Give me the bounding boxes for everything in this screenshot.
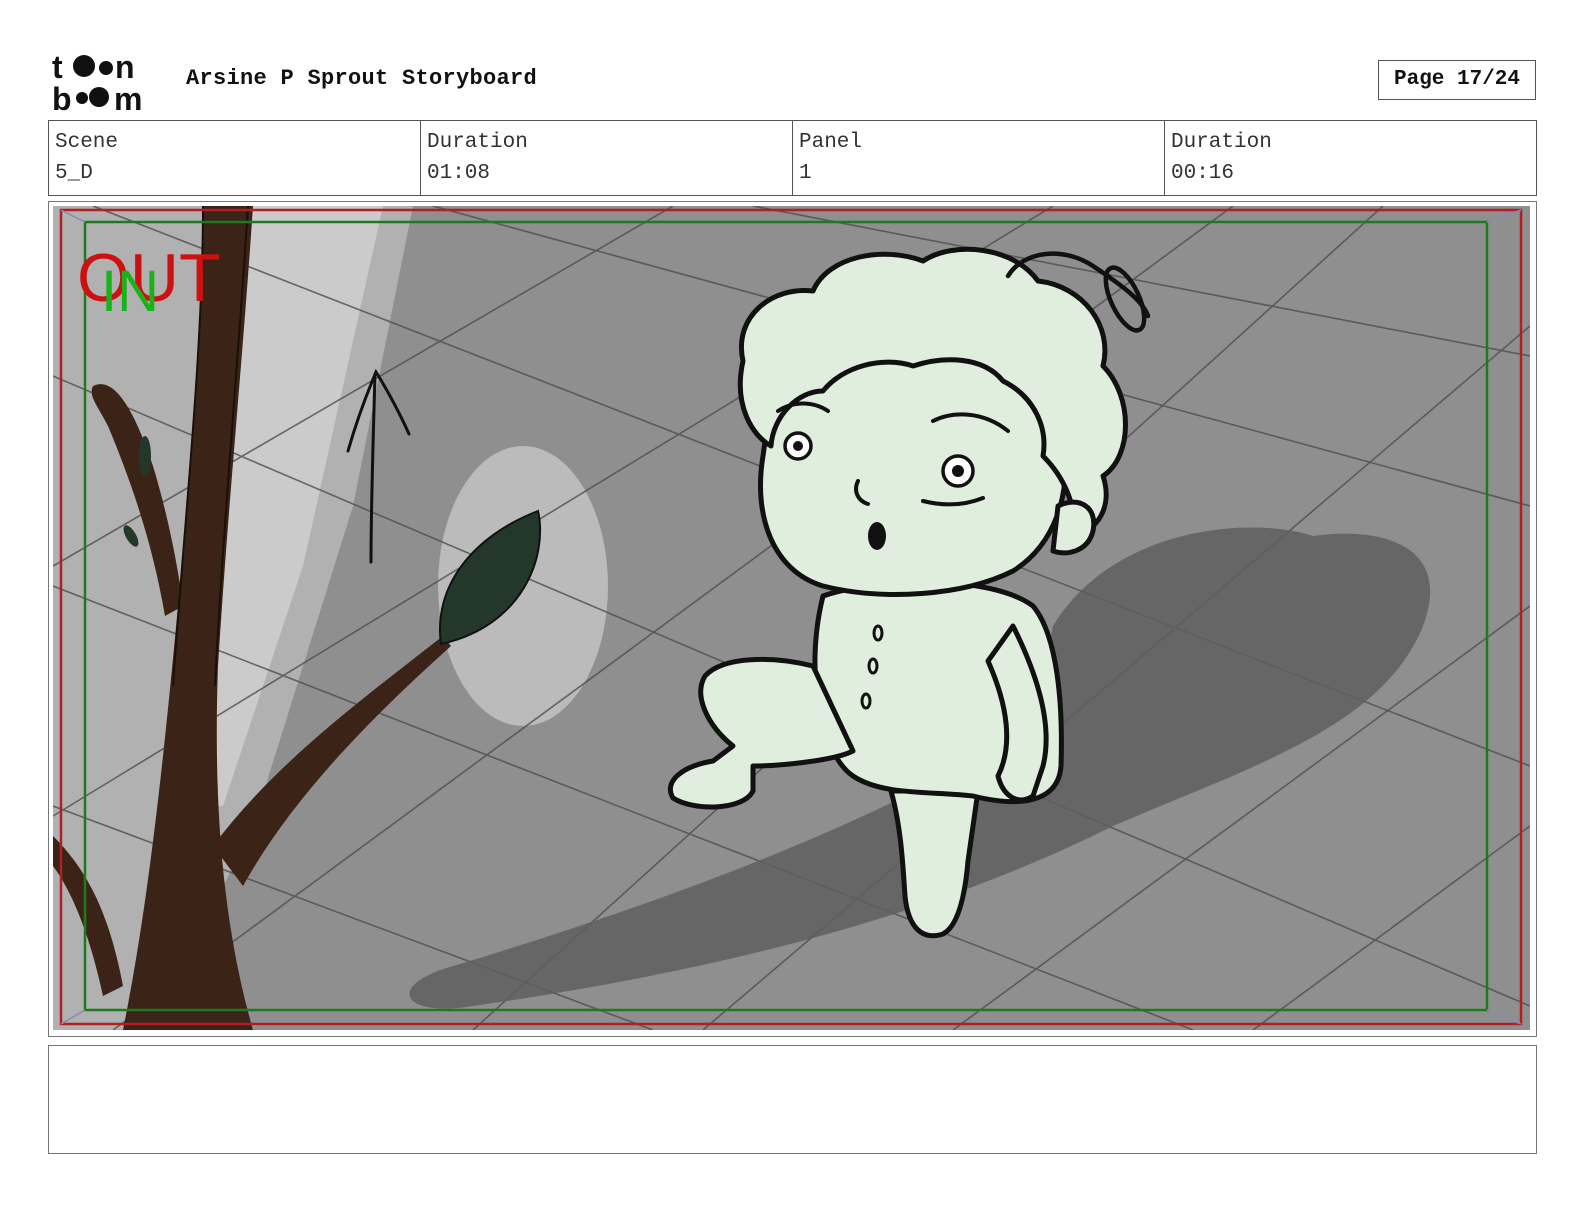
info-label: Scene bbox=[55, 131, 119, 154]
info-value: 1 bbox=[799, 162, 812, 185]
svg-text:m: m bbox=[114, 81, 142, 112]
info-value: 00:16 bbox=[1171, 162, 1235, 185]
info-label: Panel bbox=[799, 131, 863, 154]
info-value: 5_D bbox=[55, 162, 93, 185]
info-cell-panel-duration: Duration 00:16 bbox=[1165, 121, 1536, 195]
info-cell-scene: Scene 5_D bbox=[49, 121, 421, 195]
info-label: Duration bbox=[1171, 131, 1272, 154]
info-cell-scene-duration: Duration 01:08 bbox=[421, 121, 793, 195]
svg-text:b: b bbox=[52, 81, 72, 112]
panel-notes bbox=[48, 1045, 1537, 1154]
panel-drawing: OUT IN bbox=[53, 206, 1530, 1030]
svg-text:n: n bbox=[115, 50, 135, 85]
info-label: Duration bbox=[427, 131, 528, 154]
storyboard-title: Arsine P Sprout Storyboard bbox=[186, 66, 538, 91]
svg-text:t: t bbox=[52, 50, 63, 85]
storyboard-panel: OUT IN bbox=[48, 201, 1537, 1037]
info-value: 01:08 bbox=[427, 162, 491, 185]
info-cell-panel: Panel 1 bbox=[793, 121, 1165, 195]
toon-boom-logo: t n b m bbox=[52, 50, 142, 112]
scene-info-table: Scene 5_D Duration 01:08 Panel 1 Duratio… bbox=[48, 120, 1537, 196]
page-number: Page 17/24 bbox=[1378, 60, 1536, 100]
in-label: IN bbox=[101, 259, 159, 324]
